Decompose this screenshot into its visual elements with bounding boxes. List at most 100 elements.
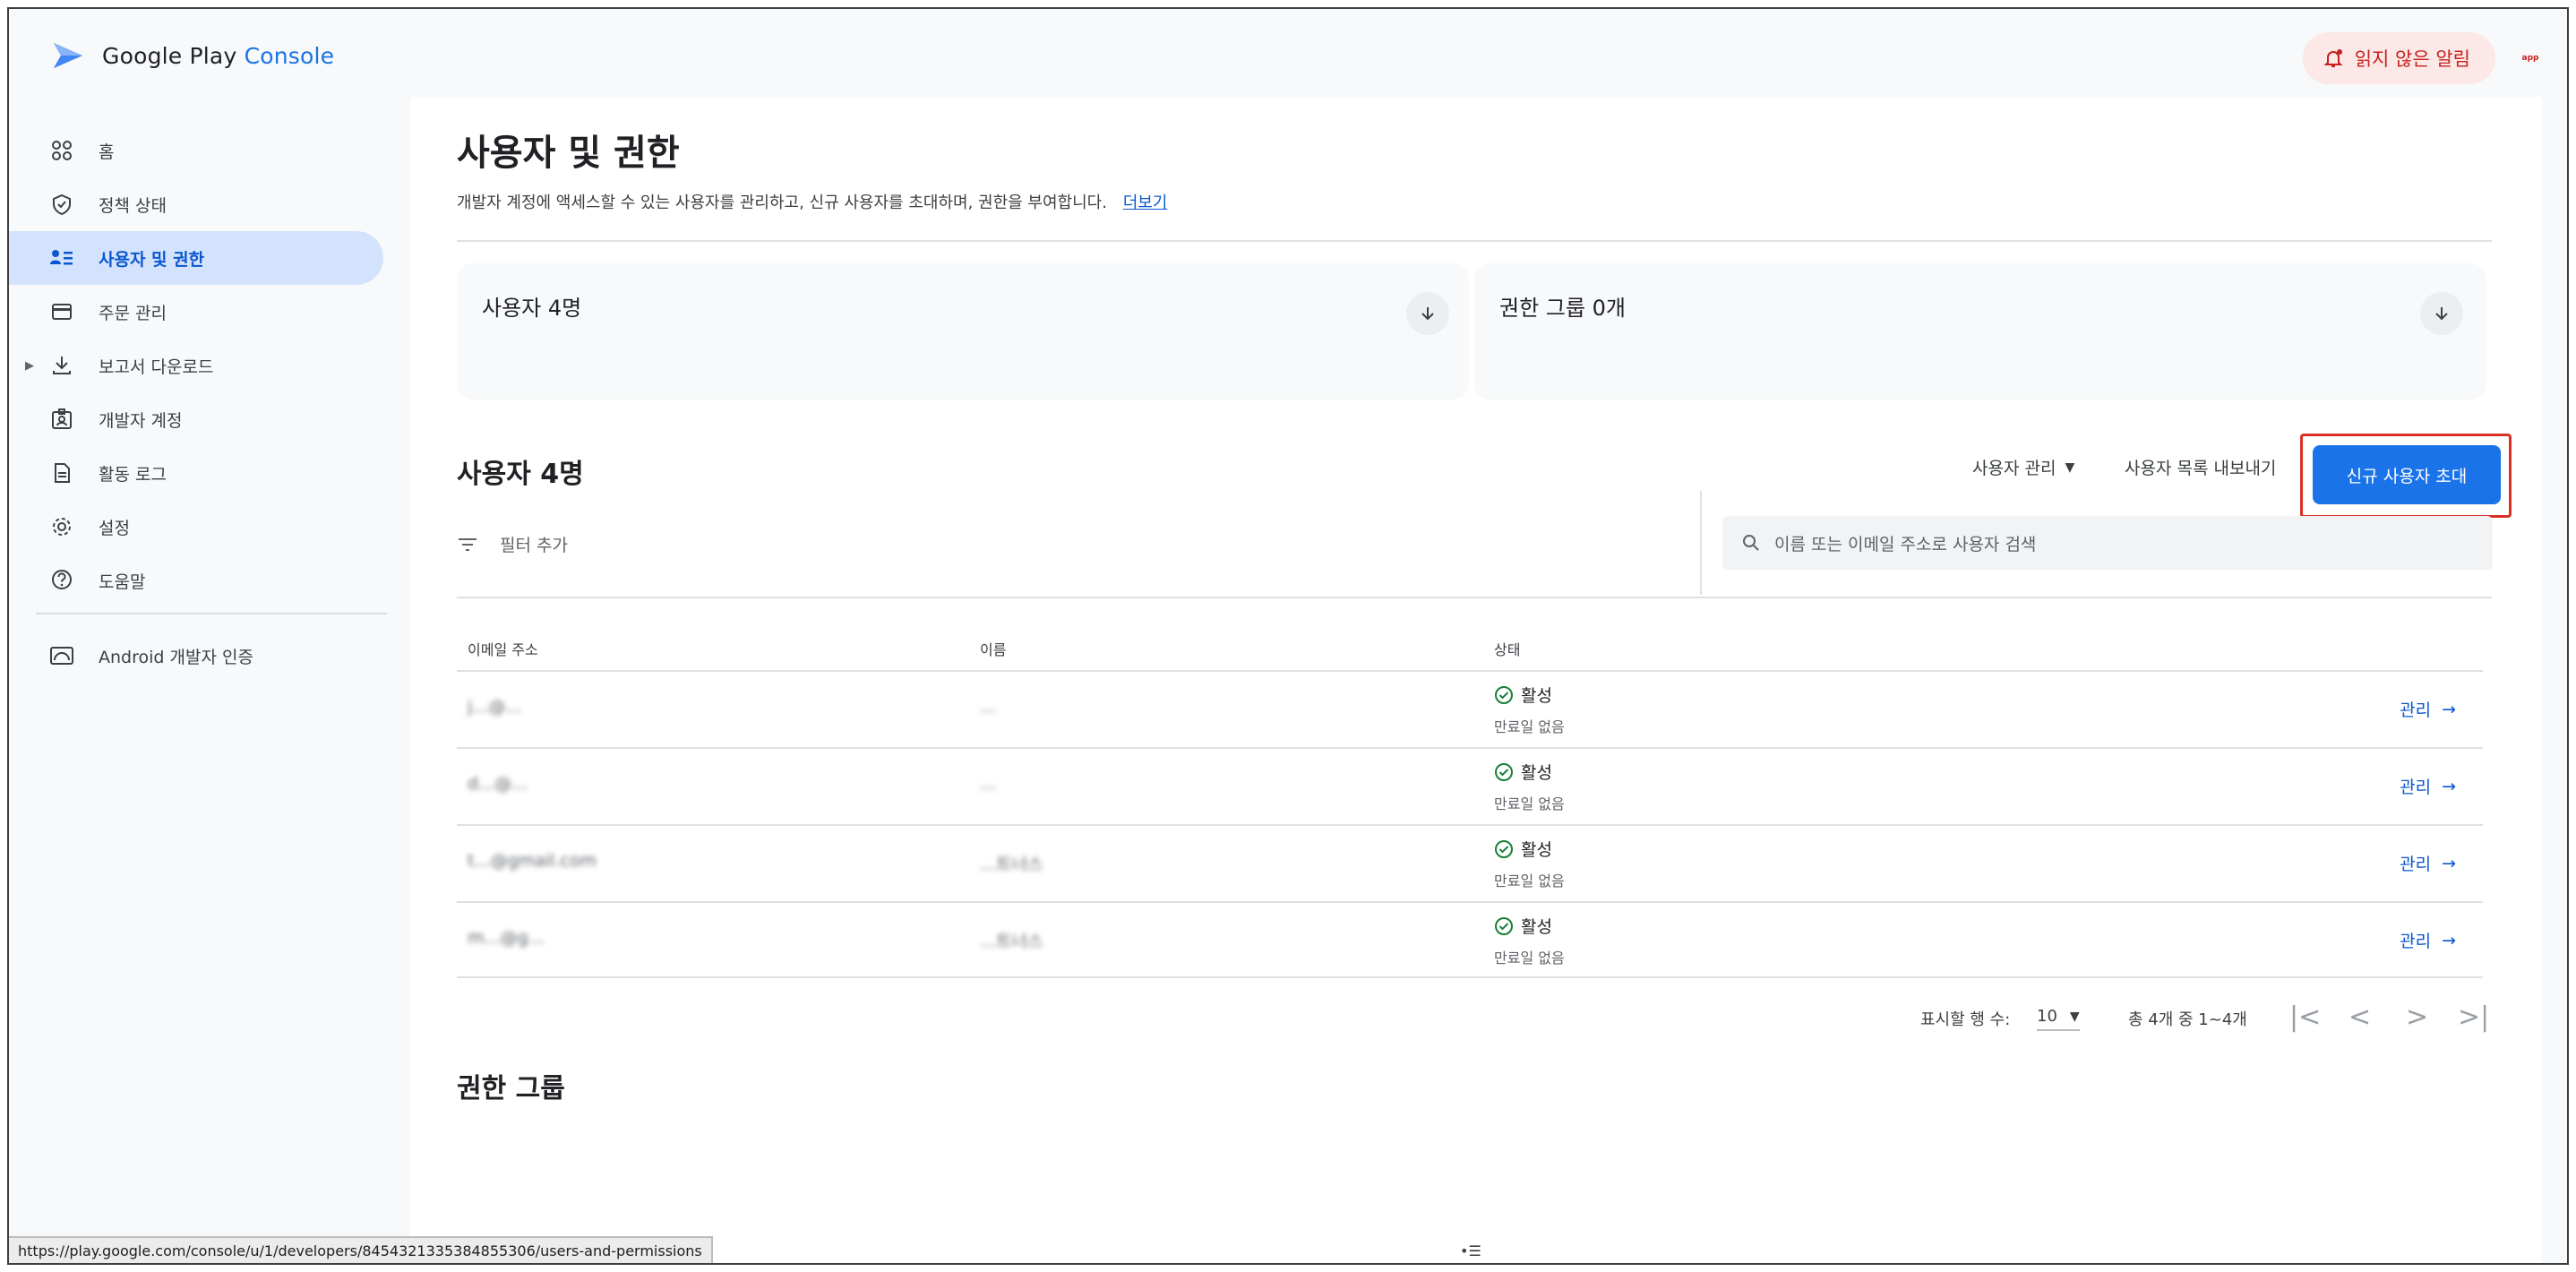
play-console-logo-icon <box>54 43 82 68</box>
learn-more-link[interactable]: 더보기 <box>1123 193 1168 212</box>
sidebar-item-download-reports[interactable]: ▶ 보고서 다운로드 <box>9 339 383 392</box>
sidebar-item-policy-status[interactable]: 정책 상태 <box>9 177 383 231</box>
arrow-right-icon: → <box>2442 853 2456 873</box>
pagination-range: 총 4개 중 1~4개 <box>2128 1010 2247 1029</box>
check-circle-icon <box>1495 839 1513 858</box>
grid-icon <box>48 137 75 164</box>
sidebar-item-settings[interactable]: 설정 <box>9 500 383 554</box>
expiry-text: 만료일 없음 <box>1494 718 1565 735</box>
status-active: 활성 <box>1494 683 1552 707</box>
arrow-right-icon: → <box>2442 699 2456 719</box>
expiry-text: 만료일 없음 <box>1494 872 1565 890</box>
manage-user-link[interactable]: 관리 → <box>2400 697 2456 721</box>
users-summary-card[interactable]: 사용자 4명 <box>457 263 1469 400</box>
list-toggle-icon[interactable]: •☰ <box>1460 1242 1481 1259</box>
page-description: 개발자 계정에 액세스할 수 있는 사용자를 관리하고, 신규 사용자를 초대하… <box>457 190 1167 213</box>
page-description-text: 개발자 계정에 액세스할 수 있는 사용자를 관리하고, 신규 사용자를 초대하… <box>457 193 1107 212</box>
permission-groups-summary-title: 권한 그룹 0개 <box>1499 296 1626 321</box>
expand-users-button[interactable] <box>1406 292 1449 335</box>
sidebar-item-label: 주문 관리 <box>99 303 167 323</box>
user-email: d...@... <box>468 774 528 794</box>
check-circle-icon <box>1495 762 1513 781</box>
sidebar-item-order-management[interactable]: 주문 관리 <box>9 285 383 339</box>
sidebar-item-users-permissions[interactable]: 사용자 및 권한 <box>9 231 383 285</box>
status-active: 활성 <box>1494 837 1552 861</box>
divider <box>457 597 2492 598</box>
previous-page-icon[interactable]: < <box>2348 1001 2371 1033</box>
table-row[interactable]: j...@... ... 활성 만료일 없음 관리 → <box>457 670 2483 747</box>
search-placeholder: 이름 또는 이메일 주소로 사용자 검색 <box>1774 534 2037 554</box>
column-header-email[interactable]: 이메일 주소 <box>468 638 538 659</box>
android-card-icon <box>48 642 75 669</box>
expand-groups-button[interactable] <box>2420 292 2463 335</box>
status-text: 활성 <box>1521 917 1552 937</box>
notifications-label: 읽지 않은 알림 <box>2354 48 2470 70</box>
sidebar-item-label: Android 개발자 인증 <box>99 647 253 667</box>
check-circle-icon <box>1495 916 1513 935</box>
document-icon <box>48 460 75 486</box>
add-filter-button[interactable]: 필터 추가 <box>457 532 568 556</box>
download-icon <box>48 352 75 379</box>
column-header-name[interactable]: 이름 <box>980 638 1006 659</box>
sidebar-item-help[interactable]: 도움말 <box>9 554 383 607</box>
export-users-button[interactable]: 사용자 목록 내보내기 <box>2125 455 2276 479</box>
last-page-icon[interactable]: >| <box>2458 1001 2489 1033</box>
user-name: ...트너스 <box>980 855 1043 874</box>
status-text: 활성 <box>1521 763 1552 783</box>
sidebar-item-activity-log[interactable]: 활동 로그 <box>9 446 383 500</box>
next-page-icon[interactable]: > <box>2406 1001 2428 1033</box>
expiry-text: 만료일 없음 <box>1494 950 1565 967</box>
users-section-title: 사용자 4명 <box>457 459 584 490</box>
shield-icon <box>48 191 75 218</box>
sidebar-item-label: 도움말 <box>99 572 146 592</box>
main-content: 사용자 및 권한 개발자 계정에 액세스할 수 있는 사용자를 관리하고, 신규… <box>410 97 2542 1263</box>
play-console-logo[interactable]: Google Play Console <box>50 38 334 73</box>
manage-user-link[interactable]: 관리 → <box>2400 851 2456 875</box>
sidebar-item-home[interactable]: 홈 <box>9 124 383 177</box>
user-search-input[interactable]: 이름 또는 이메일 주소로 사용자 검색 <box>1722 516 2493 570</box>
manage-users-label: 사용자 관리 <box>1972 459 2057 478</box>
page-title: 사용자 및 권한 <box>457 133 680 174</box>
help-icon <box>48 567 75 594</box>
permission-groups-section-title: 권한 그룹 <box>457 1073 565 1104</box>
sidebar-item-label: 정책 상태 <box>99 195 167 216</box>
sidebar-item-label: 홈 <box>99 142 115 162</box>
manage-user-link[interactable]: 관리 → <box>2400 928 2456 952</box>
sidebar-item-label: 설정 <box>99 518 130 538</box>
gear-icon <box>48 513 75 540</box>
first-page-icon[interactable]: |< <box>2289 1001 2321 1033</box>
manage-label: 관리 <box>2400 778 2432 797</box>
manage-users-dropdown[interactable]: 사용자 관리 ▼ <box>1972 455 2074 479</box>
manage-label: 관리 <box>2400 855 2432 874</box>
rows-per-page: 표시할 행 수: <box>1920 1007 2010 1030</box>
invite-new-user-button[interactable]: 신규 사용자 초대 <box>2313 445 2501 504</box>
arrow-right-icon: → <box>2442 776 2456 796</box>
arrow-down-icon <box>2435 307 2448 321</box>
sidebar-item-label: 활동 로그 <box>99 464 167 485</box>
expiry-text: 만료일 없음 <box>1494 795 1565 812</box>
unread-notifications-button[interactable]: 읽지 않은 알림 <box>2302 32 2495 84</box>
status-text: 활성 <box>1521 840 1552 860</box>
expand-caret-icon[interactable]: ▶ <box>25 359 34 373</box>
check-circle-icon <box>1495 685 1513 704</box>
permission-groups-summary-card[interactable]: 권한 그룹 0개 <box>1474 263 2486 400</box>
rows-per-page-select[interactable]: 10 ▼ <box>2037 1007 2080 1031</box>
browser-frame: Google Play Console 읽지 않은 알림 app 홈 정책 상태… <box>7 7 2569 1265</box>
user-name: ... <box>980 774 997 794</box>
manage-user-link[interactable]: 관리 → <box>2400 774 2456 798</box>
column-header-status[interactable]: 상태 <box>1494 638 1520 659</box>
sidebar-divider <box>36 613 387 615</box>
users-summary-title: 사용자 4명 <box>482 296 582 321</box>
table-row[interactable]: t...@gmail.com ...트너스 활성 만료일 없음 관리 → <box>457 824 2483 901</box>
sidebar-item-label: 사용자 및 권한 <box>99 249 205 270</box>
sidebar-item-android-verification[interactable]: Android 개발자 인증 <box>9 629 383 683</box>
user-email: m...@g... <box>468 928 545 948</box>
sidebar-item-developer-account[interactable]: 개발자 계정 <box>9 392 383 446</box>
status-active: 활성 <box>1494 760 1552 784</box>
table-row[interactable]: d...@... ... 활성 만료일 없음 관리 → <box>457 747 2483 824</box>
account-avatar[interactable]: app <box>2513 43 2547 73</box>
filter-icon <box>459 537 477 551</box>
table-row[interactable]: m...@g... ...트너스 활성 만료일 없음 관리 → <box>457 901 2483 978</box>
arrow-right-icon: → <box>2442 930 2456 950</box>
rows-per-page-label: 표시할 행 수: <box>1920 1010 2011 1029</box>
